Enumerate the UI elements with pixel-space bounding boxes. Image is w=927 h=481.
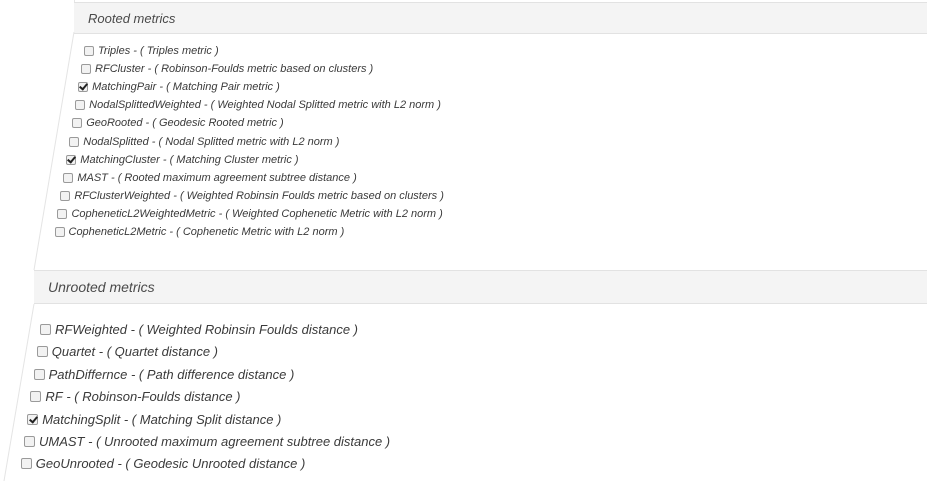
unrooted-item-quartet[interactable]: Quartet - ( Quartet distance ) — [36, 344, 218, 360]
rooted-item-matchingcluster[interactable]: MatchingCluster - ( Matching Cluster met… — [66, 153, 299, 166]
rooted-checkbox-copheneticl2metric[interactable] — [54, 227, 65, 237]
unrooted-item-matchingsplit[interactable]: MatchingSplit - ( Matching Split distanc… — [27, 412, 281, 427]
rooted-item-georooted[interactable]: GeoRooted - ( Geodesic Rooted metric ) — [72, 117, 284, 130]
metric-description: - ( Weighted Cophenetic Metric with L2 n… — [218, 207, 443, 220]
metric-name: GeoRooted — [86, 117, 143, 130]
metric-description: - ( Robinson-Foulds distance ) — [66, 389, 241, 405]
metric-description: - ( Rooted maximum agreement subtree dis… — [110, 171, 357, 184]
metric-description: - ( Geodesic Unrooted distance ) — [117, 456, 306, 472]
metric-name: Quartet — [51, 344, 96, 360]
metric-name: RFCluster — [95, 63, 145, 76]
metric-name: RFClusterWeighted — [74, 189, 171, 202]
metric-name: NodalSplitted — [83, 135, 149, 148]
rooted-checkbox-copheneticl2weightedmetric[interactable] — [57, 208, 68, 219]
unrooted-checkbox-rf[interactable] — [30, 391, 42, 403]
unrooted-item-umast[interactable]: UMAST - ( Unrooted maximum agreement sub… — [24, 434, 390, 449]
unrooted-item-pathdiffernce[interactable]: PathDiffernce - ( Path difference distan… — [33, 366, 295, 382]
unrooted-item-geounrooted[interactable]: GeoUnrooted - ( Geodesic Unrooted distan… — [20, 456, 306, 472]
rooted-checkbox-rfcluster[interactable] — [81, 64, 92, 75]
unrooted-checkbox-umast[interactable] — [24, 436, 35, 447]
rooted-checkbox-mast[interactable] — [63, 172, 74, 183]
metric-name: PathDiffernce — [48, 366, 128, 382]
metric-name: NodalSplittedWeighted — [89, 99, 201, 112]
rooted-item-matchingpair[interactable]: MatchingPair - ( Matching Pair metric ) — [78, 81, 280, 93]
rooted-item-triples[interactable]: Triples - ( Triples metric ) — [84, 45, 219, 57]
rooted-checkbox-rfclusterweighted[interactable] — [60, 190, 71, 201]
rooted-item-nodalsplittedweighted[interactable]: NodalSplittedWeighted - ( Weighted Nodal… — [75, 99, 441, 111]
rooted-checkbox-nodalsplitted[interactable] — [69, 136, 80, 147]
metric-description: - ( Nodal Splitted metric with L2 norm ) — [151, 135, 340, 148]
unrooted-item-rfweighted[interactable]: RFWeighted - ( Weighted Robinsin Foulds … — [40, 322, 358, 337]
rooted-item-nodalsplitted[interactable]: NodalSplitted - ( Nodal Splitted metric … — [69, 136, 339, 148]
metric-description: - ( Weighted Robinsin Foulds distance ) — [130, 322, 359, 337]
unrooted-checkbox-pathdiffernce[interactable] — [33, 368, 45, 380]
metric-name: GeoUnrooted — [35, 456, 114, 472]
metric-description: - ( Geodesic Rooted metric ) — [145, 117, 284, 130]
metric-description: - ( Cophenetic Metric with L2 norm ) — [169, 226, 345, 238]
metric-description: - ( Path difference distance ) — [130, 366, 295, 382]
metric-name: CopheneticL2Metric — [68, 226, 167, 238]
metric-name: RFWeighted — [55, 322, 128, 337]
metric-name: MatchingPair — [92, 81, 157, 94]
unrooted-item-rf[interactable]: RF - ( Robinson-Foulds distance ) — [30, 389, 241, 405]
metric-name: MatchingSplit — [42, 411, 121, 427]
rooted-checkbox-matchingpair[interactable] — [78, 82, 89, 93]
rooted-item-copheneticl2metric[interactable]: CopheneticL2Metric - ( Cophenetic Metric… — [54, 226, 345, 238]
metric-description: - ( Unrooted maximum agreement subtree d… — [88, 434, 391, 449]
metric-description: - ( Robinson-Foulds metric based on clus… — [147, 63, 374, 76]
metric-description: - ( Triples metric ) — [133, 45, 219, 57]
rooted-item-rfcluster[interactable]: RFCluster - ( Robinson-Foulds metric bas… — [81, 63, 373, 75]
unrooted-checkbox-rfweighted[interactable] — [40, 324, 51, 335]
unrooted-metrics-header: Unrooted metrics — [34, 270, 927, 304]
metric-name: MatchingCluster — [80, 153, 160, 166]
rooted-checkbox-triples[interactable] — [84, 46, 94, 56]
metric-description: - ( Quartet distance ) — [98, 344, 218, 360]
rooted-item-mast[interactable]: MAST - ( Rooted maximum agreement subtre… — [63, 171, 357, 184]
unrooted-checkbox-geounrooted[interactable] — [20, 458, 32, 470]
metric-name: RF — [45, 389, 63, 405]
unrooted-checkbox-quartet[interactable] — [36, 346, 48, 358]
metric-name: UMAST — [39, 434, 85, 449]
metric-description: - ( Matching Split distance ) — [123, 411, 282, 427]
unrooted-checkbox-matchingsplit[interactable] — [27, 413, 39, 425]
metric-description: - ( Matching Cluster metric ) — [162, 153, 299, 166]
unrooted-metrics-title: Unrooted metrics — [48, 279, 155, 295]
metric-name: Triples — [98, 45, 131, 57]
rooted-checkbox-nodalsplittedweighted[interactable] — [75, 100, 86, 111]
rooted-checkbox-georooted[interactable] — [72, 118, 83, 129]
rooted-metrics-header: Rooted metrics — [74, 2, 927, 34]
rooted-checkbox-matchingcluster[interactable] — [66, 154, 77, 165]
metric-description: - ( Weighted Robinsin Foulds metric base… — [173, 189, 444, 202]
metric-description: - ( Matching Pair metric ) — [159, 81, 280, 94]
metric-name: CopheneticL2WeightedMetric — [71, 207, 216, 220]
metric-name: MAST — [77, 171, 108, 184]
rooted-metrics-title: Rooted metrics — [88, 10, 176, 26]
rooted-item-rfclusterweighted[interactable]: RFClusterWeighted - ( Weighted Robinsin … — [60, 189, 444, 202]
rooted-item-copheneticl2weightedmetric[interactable]: CopheneticL2WeightedMetric - ( Weighted … — [57, 207, 443, 220]
metric-description: - ( Weighted Nodal Splitted metric with … — [203, 99, 441, 112]
